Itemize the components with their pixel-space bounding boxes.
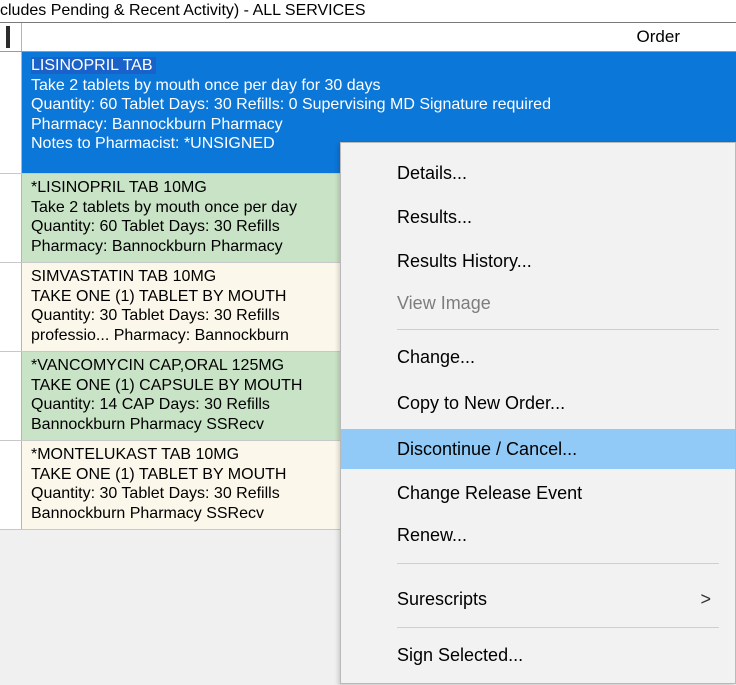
menu-item-results-history[interactable]: Results History... xyxy=(341,241,735,281)
row-gutter[interactable] xyxy=(0,263,22,351)
menu-separator xyxy=(397,627,719,628)
row-gutter[interactable] xyxy=(0,174,22,262)
menu-item-discontinue-cancel[interactable]: Discontinue / Cancel... xyxy=(341,429,735,469)
grid-header: Order xyxy=(0,23,736,52)
chevron-right-icon: > xyxy=(700,589,711,609)
menu-item-details[interactable]: Details... xyxy=(341,153,735,193)
menu-separator xyxy=(397,563,719,564)
window-title: cludes Pending & Recent Activity) - ALL … xyxy=(0,2,366,19)
menu-item-surescripts[interactable]: Surescripts > xyxy=(341,579,735,619)
order-sig: Take 2 tablets by mouth once per day for… xyxy=(31,76,381,94)
order-title: LISINOPRIL TAB xyxy=(31,57,156,74)
context-menu: Details... Results... Results History...… xyxy=(340,142,736,684)
menu-item-view-image[interactable]: View Image xyxy=(341,283,735,323)
menu-item-change[interactable]: Change... xyxy=(341,337,735,377)
menu-separator xyxy=(397,329,719,330)
order-pharmacy: Pharmacy: Bannockburn Pharmacy xyxy=(31,115,283,133)
menu-item-copy-to-new-order[interactable]: Copy to New Order... xyxy=(341,383,735,423)
row-header-column[interactable] xyxy=(0,23,22,51)
row-gutter[interactable] xyxy=(0,352,22,440)
order-column-header[interactable]: Order xyxy=(637,27,680,47)
row-gutter[interactable] xyxy=(0,52,22,173)
row-gutter[interactable] xyxy=(0,441,22,529)
menu-item-sign-selected[interactable]: Sign Selected... xyxy=(341,635,735,675)
menu-item-label: Surescripts xyxy=(397,589,488,609)
menu-item-change-release-event[interactable]: Change Release Event xyxy=(341,473,735,513)
menu-item-renew[interactable]: Renew... xyxy=(341,515,735,555)
column-resize-handle[interactable] xyxy=(6,26,10,48)
menu-item-results[interactable]: Results... xyxy=(341,197,735,237)
order-quantity: Quantity: 60 Tablet Days: 30 Refills: 0 … xyxy=(31,96,551,114)
